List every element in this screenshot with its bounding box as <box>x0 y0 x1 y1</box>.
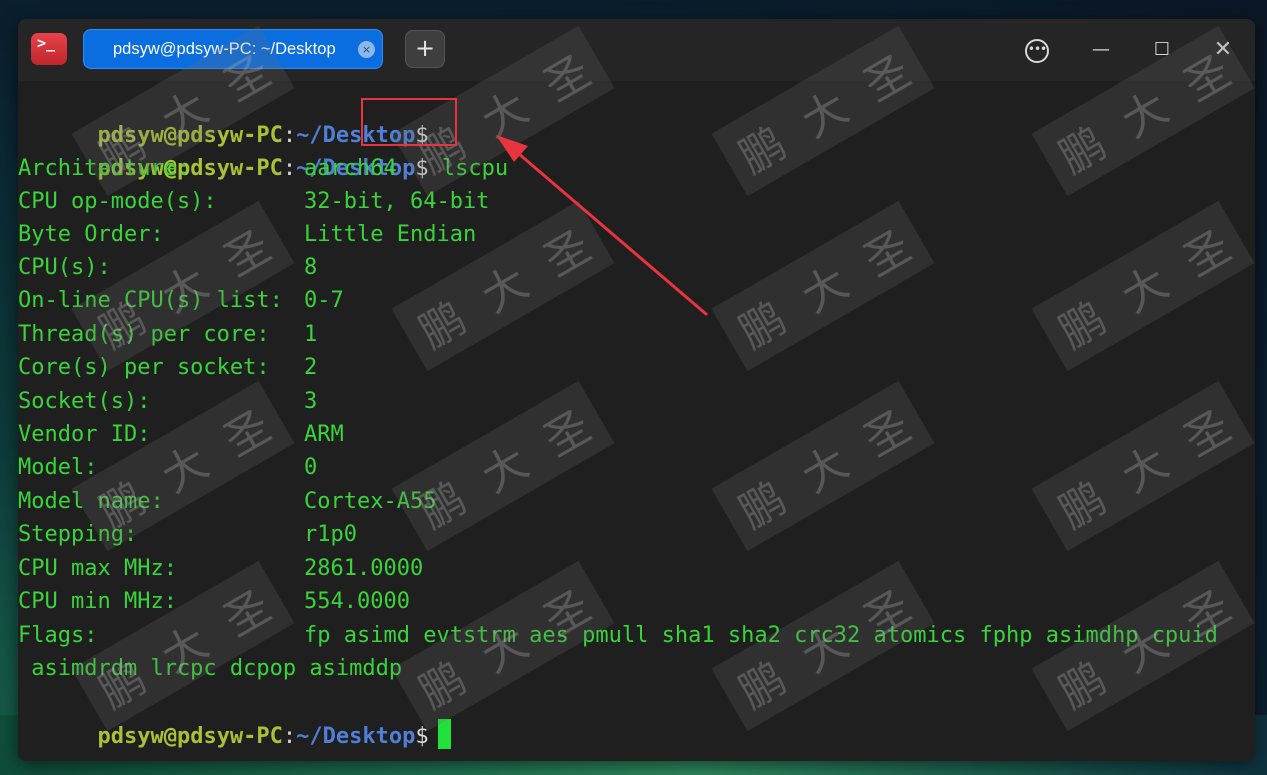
output-value: 0-7 <box>304 288 344 313</box>
output-value: 32-bit, 64-bit <box>304 189 490 214</box>
output-key: On-line CPU(s) list: <box>18 288 283 313</box>
output-row: CPU min MHz: 554.0000 <box>18 585 410 618</box>
output-key: Model: <box>18 455 98 480</box>
output-key: CPU(s): <box>18 255 111 280</box>
new-tab-button[interactable]: + <box>405 30 445 68</box>
output-key: CPU op-mode(s): <box>18 189 217 214</box>
output-row: Model: 0 <box>18 451 317 484</box>
prompt-line-active: pdsyw@pdsyw-PC:~/Desktop$ <box>18 686 451 749</box>
text-cursor <box>437 719 451 749</box>
tab-label: pdsyw@pdsyw-PC: ~/Desktop <box>113 40 336 58</box>
output-row: On-line CPU(s) list: 0-7 <box>18 284 344 317</box>
output-key: Architecture: <box>18 156 191 181</box>
titlebar: >_ pdsyw@pdsyw-PC: ~/Desktop × + ••• — ☐… <box>18 19 1255 81</box>
output-key: Stepping: <box>18 522 138 547</box>
output-row: Byte Order: Little Endian <box>18 218 476 251</box>
output-value: 554.0000 <box>304 589 410 614</box>
output-row: CPU op-mode(s): 32-bit, 64-bit <box>18 185 489 218</box>
terminal-app-icon[interactable]: >_ <box>31 33 67 65</box>
output-row: Socket(s): 3 <box>18 385 317 418</box>
output-row: CPU(s): 8 <box>18 251 317 284</box>
output-value: 3 <box>304 389 318 414</box>
output-row: Stepping: r1p0 <box>18 518 357 551</box>
output-value: ARM <box>304 422 344 447</box>
terminal-output[interactable]: pdsyw@pdsyw-PC:~/Desktop$ pdsyw@pdsyw-PC… <box>18 83 1255 761</box>
output-value: 8 <box>304 255 318 280</box>
output-row: CPU max MHz: 2861.0000 <box>18 552 423 585</box>
output-key: Vendor ID: <box>18 422 151 447</box>
output-row-flags-continuation: asimdrdm lrcpc dcpop asimddp <box>18 652 402 685</box>
output-value: Cortex-A55 <box>304 489 437 514</box>
output-value: 1 <box>304 322 318 347</box>
output-value: 2861.0000 <box>304 556 424 581</box>
terminal-prompt-icon: >_ <box>37 34 56 52</box>
output-key: Flags: <box>18 623 98 648</box>
prompt-path: ~/Desktop <box>296 724 416 749</box>
output-key: Model name: <box>18 489 164 514</box>
tab-desktop[interactable]: pdsyw@pdsyw-PC: ~/Desktop × <box>83 29 383 69</box>
output-key: Core(s) per socket: <box>18 355 270 380</box>
output-key: Byte Order: <box>18 222 164 247</box>
output-row: Thread(s) per core: 1 <box>18 318 317 351</box>
output-key: Thread(s) per core: <box>18 322 270 347</box>
output-value: 0 <box>304 455 318 480</box>
prompt-dollar: $ <box>415 156 429 181</box>
annotation-highlight-box <box>361 98 457 146</box>
flags-continuation: asimdrdm lrcpc dcpop asimddp <box>18 656 403 681</box>
output-row: Core(s) per socket: 2 <box>18 351 317 384</box>
output-key: CPU max MHz: <box>18 556 177 581</box>
output-value: r1p0 <box>304 522 357 547</box>
output-key: CPU min MHz: <box>18 589 177 614</box>
prompt-user-host: pdsyw@pdsyw-PC <box>97 724 283 749</box>
output-row: Model name: Cortex-A55 <box>18 485 436 518</box>
maximize-icon[interactable]: ☐ <box>1149 37 1175 63</box>
output-value: 2 <box>304 355 318 380</box>
output-row: Architecture: aarch64 <box>18 152 397 185</box>
output-value: Little Endian <box>304 222 477 247</box>
close-icon[interactable]: ✕ <box>1210 37 1236 63</box>
tab-close-icon[interactable]: × <box>358 41 375 58</box>
output-value: fp asimd evtstrm aes pmull sha1 sha2 crc… <box>304 623 1218 648</box>
prompt-colon: : <box>282 156 297 181</box>
terminal-window: >_ pdsyw@pdsyw-PC: ~/Desktop × + ••• — ☐… <box>18 19 1255 761</box>
command-text: lscpu <box>441 156 509 181</box>
prompt-dollar: $ <box>415 724 429 749</box>
minimize-icon[interactable]: — <box>1088 37 1114 63</box>
output-row: Vendor ID: ARM <box>18 418 344 451</box>
prompt-colon: : <box>282 724 297 749</box>
menu-icon[interactable]: ••• <box>1025 39 1049 63</box>
output-row-flags: Flags: fp asimd evtstrm aes pmull sha1 sh… <box>18 619 1218 652</box>
output-key: Socket(s): <box>18 389 151 414</box>
output-value: aarch64 <box>304 156 397 181</box>
